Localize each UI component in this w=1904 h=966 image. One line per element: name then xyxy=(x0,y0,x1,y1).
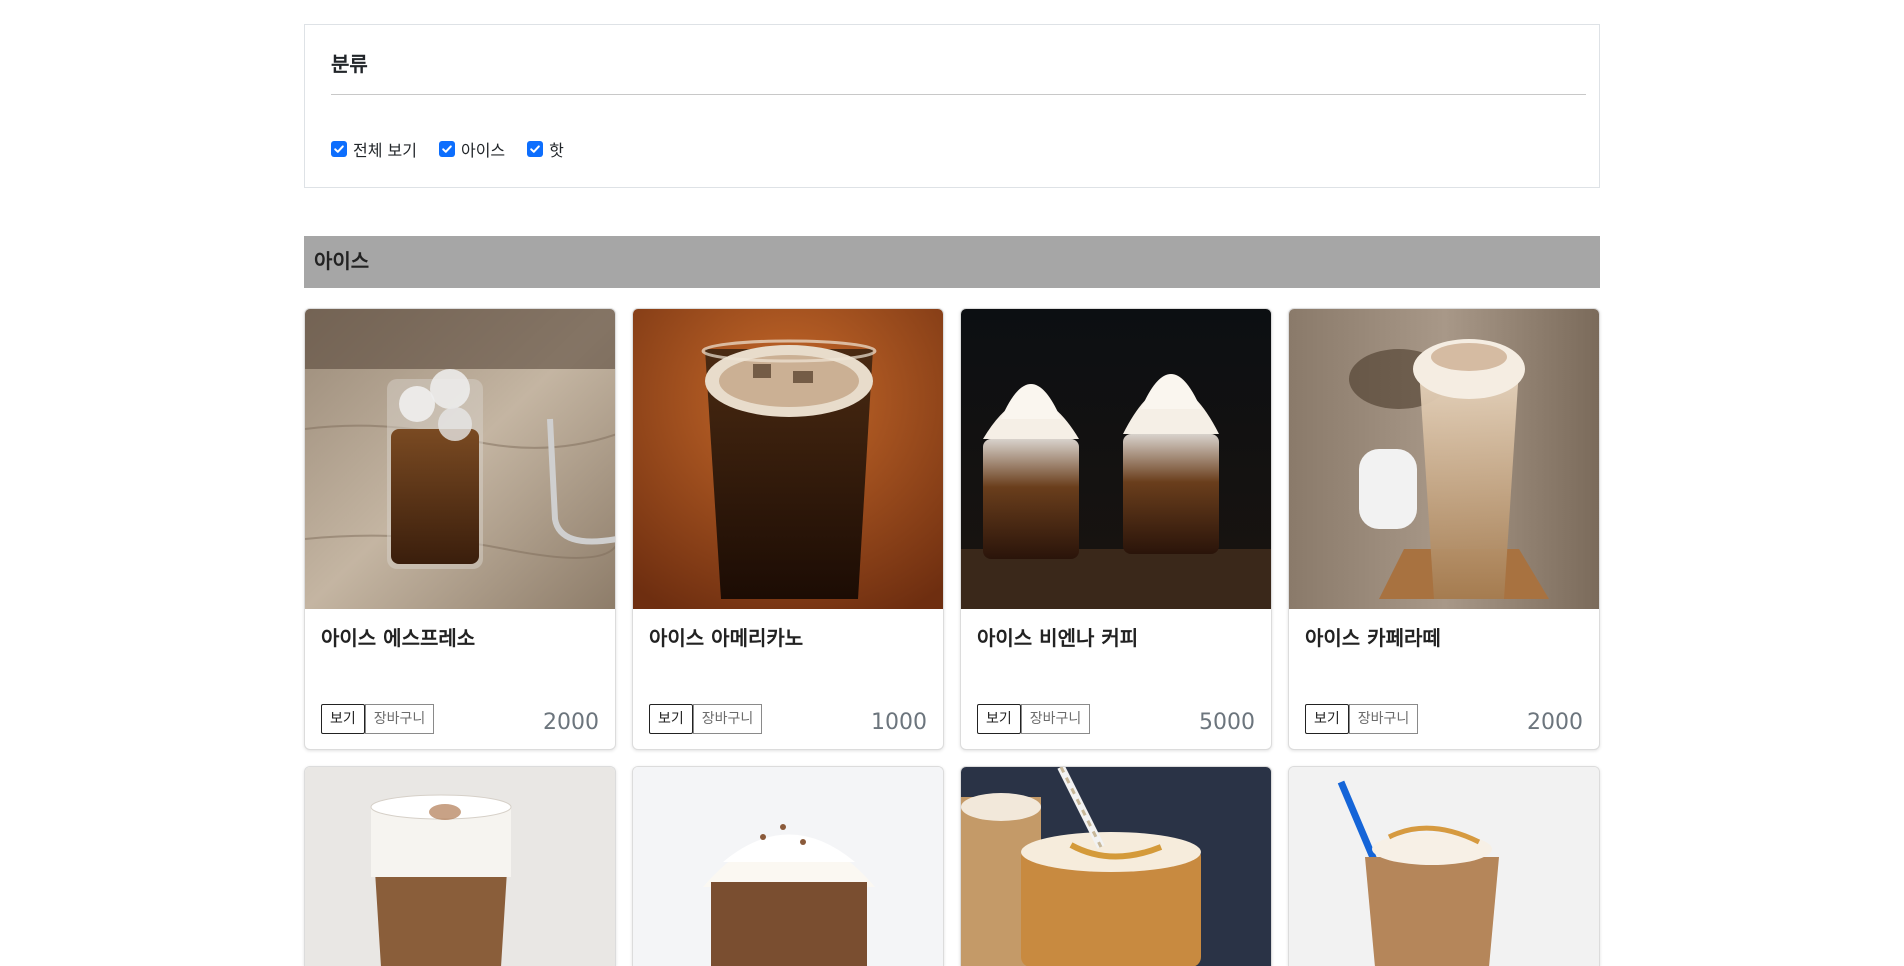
product-card: 아이스 비엔나 커피 보기 장바구니 5000 xyxy=(960,308,1272,750)
product-card xyxy=(632,766,944,966)
product-image xyxy=(305,767,615,966)
product-image xyxy=(961,309,1271,609)
product-image xyxy=(1289,309,1599,609)
product-name: 아이스 카페라떼 xyxy=(1305,626,1441,650)
filter-option-label: 아이스 xyxy=(460,141,506,160)
filter-options: 전체 보기 아이스 핫 xyxy=(331,137,1586,161)
product-card-body: 아이스 비엔나 커피 보기 장바구니 5000 xyxy=(961,609,1271,749)
product-actions: 보기 장바구니 xyxy=(977,704,1091,734)
product-card xyxy=(304,766,616,966)
main-container: 분류 전체 보기 아이스 핫 아이스 아이스 에스프레소 보기 장바구니 200… xyxy=(304,24,1600,966)
product-actions: 보기 장바구니 xyxy=(649,704,763,734)
section-header-ice: 아이스 xyxy=(304,236,1600,288)
checkbox-checked-icon[interactable] xyxy=(527,141,544,157)
view-button[interactable]: 보기 xyxy=(1305,704,1349,734)
product-price: 1000 xyxy=(871,710,927,735)
product-image xyxy=(633,309,943,609)
checkbox-checked-icon[interactable] xyxy=(438,141,455,157)
add-to-cart-button[interactable]: 장바구니 xyxy=(364,704,435,734)
filter-option-label: 핫 xyxy=(549,141,564,160)
view-button[interactable]: 보기 xyxy=(977,704,1021,734)
product-image xyxy=(961,767,1271,966)
product-card xyxy=(960,766,1272,966)
product-price: 2000 xyxy=(543,710,599,735)
product-name: 아이스 에스프레소 xyxy=(321,626,476,650)
filter-option-hot[interactable]: 핫 xyxy=(527,137,564,161)
product-price: 5000 xyxy=(1199,710,1255,735)
add-to-cart-button[interactable]: 장바구니 xyxy=(692,704,763,734)
product-grid-row-2 xyxy=(304,766,1600,966)
product-image xyxy=(305,309,615,609)
product-card: 아이스 아메리카노 보기 장바구니 1000 xyxy=(632,308,944,750)
category-filter-panel: 분류 전체 보기 아이스 핫 xyxy=(304,24,1600,188)
filter-option-label: 전체 보기 xyxy=(353,141,417,160)
product-price: 2000 xyxy=(1527,710,1583,735)
product-card: 아이스 카페라떼 보기 장바구니 2000 xyxy=(1288,308,1600,750)
view-button[interactable]: 보기 xyxy=(649,704,693,734)
filter-option-ice[interactable]: 아이스 xyxy=(438,137,506,161)
product-name: 아이스 아메리카노 xyxy=(649,626,804,650)
filter-title: 분류 xyxy=(331,25,1586,95)
product-card xyxy=(1288,766,1600,966)
product-image xyxy=(633,767,943,966)
product-card-body: 아이스 카페라떼 보기 장바구니 2000 xyxy=(1289,609,1599,749)
product-actions: 보기 장바구니 xyxy=(1305,704,1419,734)
product-name: 아이스 비엔나 커피 xyxy=(977,626,1139,650)
filter-option-all[interactable]: 전체 보기 xyxy=(331,137,417,161)
add-to-cart-button[interactable]: 장바구니 xyxy=(1020,704,1091,734)
product-actions: 보기 장바구니 xyxy=(321,704,435,734)
checkbox-checked-icon[interactable] xyxy=(331,141,347,157)
product-image xyxy=(1289,767,1599,966)
add-to-cart-button[interactable]: 장바구니 xyxy=(1348,704,1419,734)
product-card-body: 아이스 에스프레소 보기 장바구니 2000 xyxy=(305,609,615,749)
product-card-body: 아이스 아메리카노 보기 장바구니 1000 xyxy=(633,609,943,749)
product-card: 아이스 에스프레소 보기 장바구니 2000 xyxy=(304,308,616,750)
view-button[interactable]: 보기 xyxy=(321,704,365,734)
product-grid: 아이스 에스프레소 보기 장바구니 2000 아이스 아메리카노 보기 장바구니… xyxy=(304,308,1600,750)
